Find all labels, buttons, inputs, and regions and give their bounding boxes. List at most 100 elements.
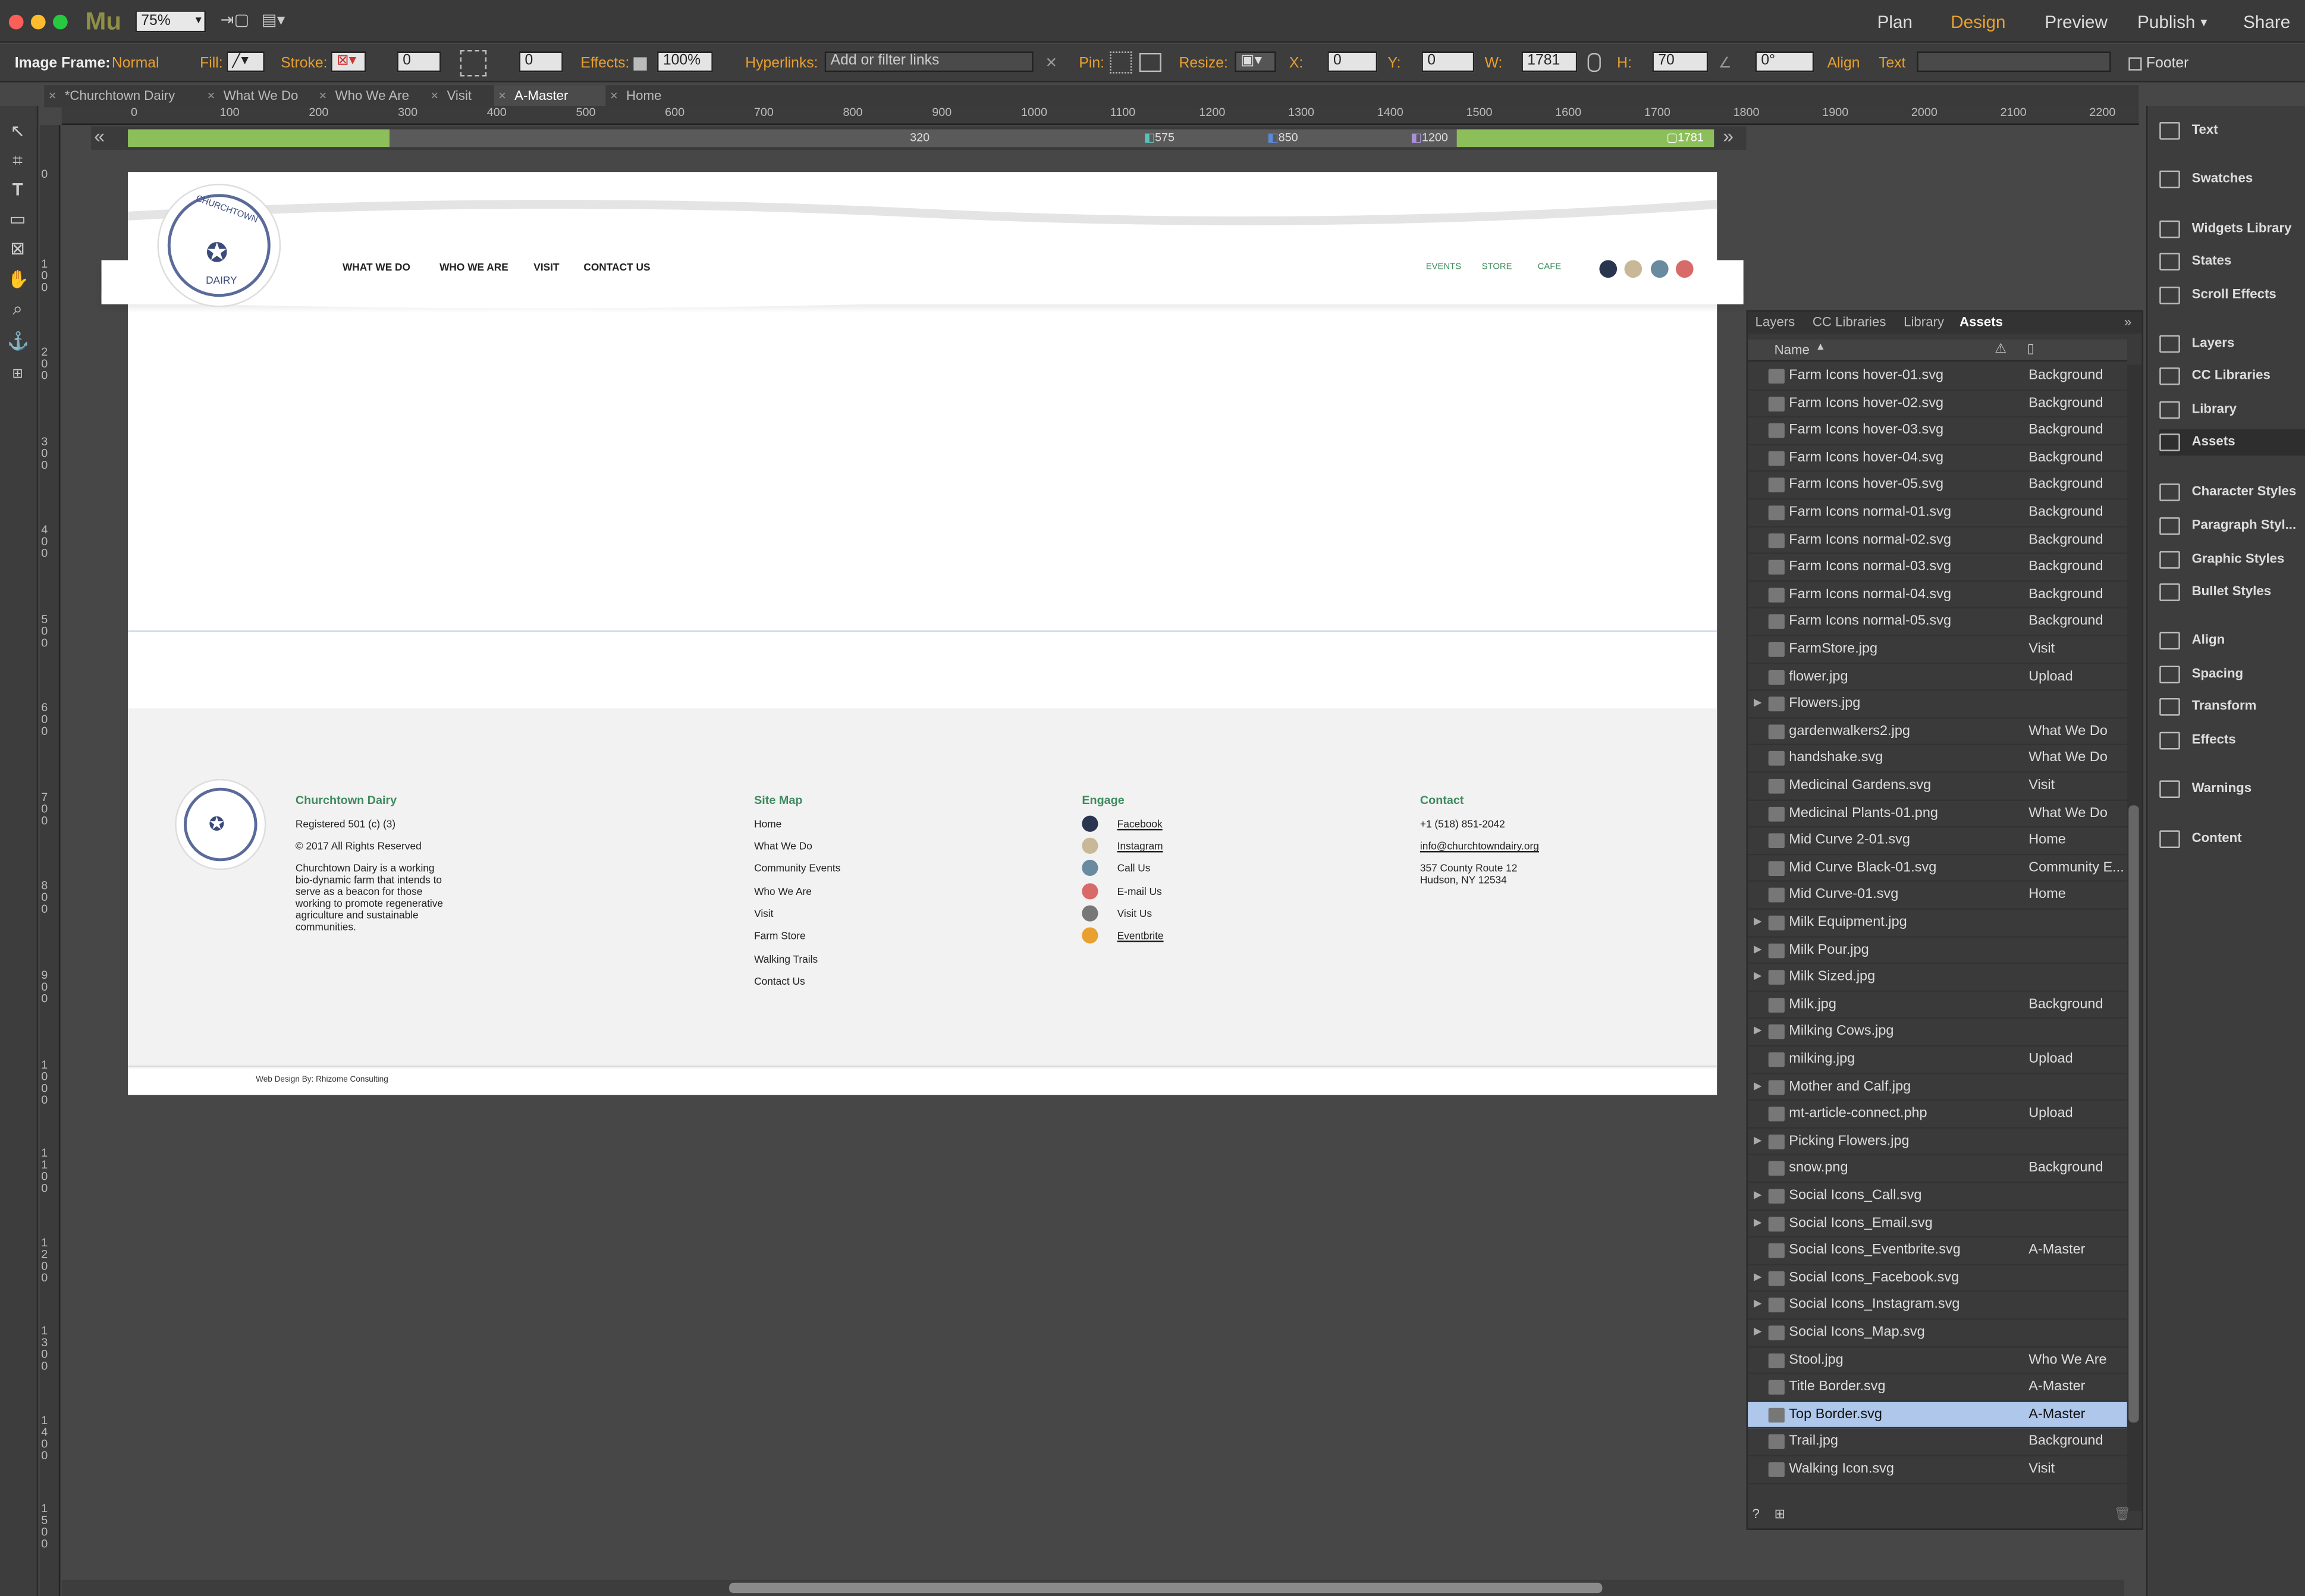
asset-row[interactable]: ▶ Milk Sized.jpg: [1748, 964, 2127, 992]
blend-mode-link[interactable]: Normal: [112, 56, 159, 72]
delete-icon[interactable]: 🗑: [2114, 1506, 2131, 1522]
page-column-icon[interactable]: ▯: [2027, 341, 2034, 357]
width-input[interactable]: 1781: [1521, 51, 1578, 73]
assets-scroll-thumb[interactable]: [2128, 805, 2139, 1423]
asset-row[interactable]: Medicinal Gardens.svg Visit: [1748, 773, 2127, 800]
selection-tool-icon[interactable]: ↖: [7, 121, 28, 142]
asset-row[interactable]: ▶ Social Icons_Map.svg: [1748, 1319, 2127, 1347]
image-frame-tool-icon[interactable]: ⊠: [7, 238, 28, 259]
zoom-tool-icon[interactable]: ⌕: [7, 299, 28, 319]
nav-what-we-do[interactable]: WHAT WE DO: [343, 263, 410, 273]
asset-row[interactable]: mt-article-connect.php Upload: [1748, 1101, 2127, 1129]
asset-row[interactable]: milking.jpg Upload: [1748, 1047, 2127, 1074]
asset-row[interactable]: ▶ Milk Equipment.jpg: [1748, 910, 2127, 937]
sort-ascending-icon[interactable]: ▲: [1816, 343, 1826, 353]
panel-bullet-styles[interactable]: Bullet Styles: [2159, 579, 2305, 605]
corner-radius-icon[interactable]: [460, 50, 487, 77]
hyperlinks-select[interactable]: Add or filter links: [824, 51, 1034, 73]
asset-row[interactable]: Trail.jpg Background: [1748, 1429, 2127, 1457]
expand-icon[interactable]: ▶: [1754, 1080, 1761, 1091]
horizontal-scroll-thumb[interactable]: [729, 1582, 1603, 1594]
panel-spacing[interactable]: Spacing: [2159, 661, 2305, 687]
share-button[interactable]: Share: [2243, 12, 2290, 33]
asset-row[interactable]: Mid Curve-01.svg Home: [1748, 882, 2127, 910]
preview-mode-button[interactable]: Preview: [2045, 12, 2108, 33]
tab-layers[interactable]: Layers: [1755, 315, 1795, 329]
stroke-swatch[interactable]: ⊠▾: [331, 51, 366, 73]
panel-content[interactable]: Content: [2159, 826, 2305, 852]
asset-row[interactable]: ▶ Milk Pour.jpg: [1748, 937, 2127, 964]
tab-what-we-do[interactable]: × What We Do: [203, 85, 315, 107]
text-style-select[interactable]: [1917, 51, 2111, 73]
facebook-icon[interactable]: [1599, 260, 1618, 278]
expand-icon[interactable]: ▶: [1754, 1271, 1761, 1283]
footer-eventbrite-link[interactable]: Eventbrite: [1117, 932, 1164, 944]
asset-row[interactable]: Stool.jpg Who We Are: [1748, 1347, 2127, 1375]
help-icon[interactable]: ?: [1753, 1506, 1760, 1521]
footer-facebook-link[interactable]: Facebook: [1117, 820, 1163, 832]
hand-tool-icon[interactable]: ✋: [7, 269, 29, 290]
breakpoint-1200[interactable]: ◧1200: [1392, 131, 1448, 146]
nav-cafe[interactable]: CAFE: [1538, 263, 1562, 272]
effects-icon[interactable]: [633, 57, 647, 71]
asset-row[interactable]: Medicinal Plants-01.png What We Do: [1748, 800, 2127, 828]
expand-icon[interactable]: ▶: [1754, 1325, 1761, 1337]
nav-who-we-are[interactable]: WHO WE ARE: [439, 263, 508, 273]
expand-icon[interactable]: ▶: [1754, 970, 1761, 982]
footer-email[interactable]: info@churchtowndairy.org: [1420, 842, 1539, 854]
asset-row[interactable]: ▶ Mother and Calf.jpg: [1748, 1074, 2127, 1101]
asset-row[interactable]: snow.png Background: [1748, 1156, 2127, 1183]
footer-email-icon[interactable]: [1082, 883, 1098, 900]
footer-link-home[interactable]: Home: [754, 820, 781, 832]
place-icon[interactable]: ⇥▢: [221, 10, 250, 30]
asset-row[interactable]: Farm Icons normal-04.svg Background: [1748, 582, 2127, 610]
zoom-level-select[interactable]: 75% ▾: [135, 10, 206, 33]
resize-select[interactable]: ▣▾: [1235, 51, 1276, 73]
expand-icon[interactable]: ▶: [1754, 1189, 1761, 1201]
footer-call-link[interactable]: Call Us: [1117, 864, 1151, 876]
publish-button[interactable]: Publish: [2137, 12, 2195, 33]
tab-churchtown-dairy[interactable]: × *Churchtown Dairy: [44, 85, 203, 107]
stroke-width-input[interactable]: 0: [397, 51, 441, 73]
asset-row[interactable]: ▶ Picking Flowers.jpg: [1748, 1129, 2127, 1156]
text-link[interactable]: Text: [1879, 56, 1905, 72]
footer-link-walking-trails[interactable]: Walking Trails: [754, 955, 818, 967]
footer-eventbrite-icon[interactable]: [1082, 927, 1098, 944]
panel-align[interactable]: Align: [2159, 627, 2305, 654]
asset-row[interactable]: Walking Icon.svg Visit: [1748, 1456, 2127, 1484]
horizontal-ruler[interactable]: 0 100 200 300 400 500 600 700 800 900 1000 1100 1200…: [61, 105, 2139, 125]
footer-email-link[interactable]: E-mail Us: [1117, 888, 1162, 900]
footer-link-community-events[interactable]: Community Events: [754, 864, 840, 876]
plan-mode-button[interactable]: Plan: [1877, 12, 1913, 33]
asset-row[interactable]: Top Border.svg A-Master: [1748, 1402, 2127, 1430]
expand-icon[interactable]: ▶: [1754, 916, 1761, 927]
asset-row[interactable]: Farm Icons normal-02.svg Background: [1748, 527, 2127, 555]
expand-icon[interactable]: ▶: [1754, 1216, 1761, 1228]
design-mode-button[interactable]: Design: [1951, 12, 2005, 33]
panel-scroll-effects[interactable]: Scroll Effects: [2159, 282, 2305, 309]
panel-paragraph-styl[interactable]: Paragraph Styl...: [2159, 513, 2305, 539]
footer-checkbox[interactable]: [2128, 57, 2142, 71]
footer-link-contact-us[interactable]: Contact Us: [754, 978, 805, 989]
assets-scrollbar[interactable]: [2127, 364, 2142, 1511]
pin-options-icon[interactable]: [1139, 52, 1161, 73]
horizontal-scrollbar[interactable]: [61, 1579, 2124, 1596]
nav-store[interactable]: STORE: [1482, 263, 1512, 272]
footer-facebook-icon[interactable]: [1082, 815, 1098, 832]
breakpoint-bar[interactable]: « 320 ◧575 ◧850 ◧1200 ▢1781 »: [91, 125, 1747, 150]
panel-menu-icon[interactable]: »: [2124, 315, 2131, 329]
asset-row[interactable]: Farm Icons hover-01.svg Background: [1748, 363, 2127, 391]
footer-link-farm-store[interactable]: Farm Store: [754, 932, 806, 944]
opacity-input[interactable]: 100%: [657, 51, 713, 73]
footer-link-visit[interactable]: Visit: [754, 910, 773, 922]
rectangle-tool-icon[interactable]: ▭: [7, 209, 28, 230]
asset-row[interactable]: flower.jpg Upload: [1748, 664, 2127, 692]
expand-icon[interactable]: ▶: [1754, 1134, 1761, 1146]
panel-effects[interactable]: Effects: [2159, 727, 2305, 753]
footer-link-who-we-are[interactable]: Who We Are: [754, 888, 812, 900]
x-input[interactable]: 0: [1327, 51, 1378, 73]
asset-row[interactable]: Farm Icons normal-03.svg Background: [1748, 554, 2127, 582]
asset-row[interactable]: Farm Icons hover-02.svg Background: [1748, 390, 2127, 418]
publish-dropdown-icon[interactable]: ▾: [2200, 15, 2207, 31]
asset-row[interactable]: Mid Curve 2-01.svg Home: [1748, 828, 2127, 855]
